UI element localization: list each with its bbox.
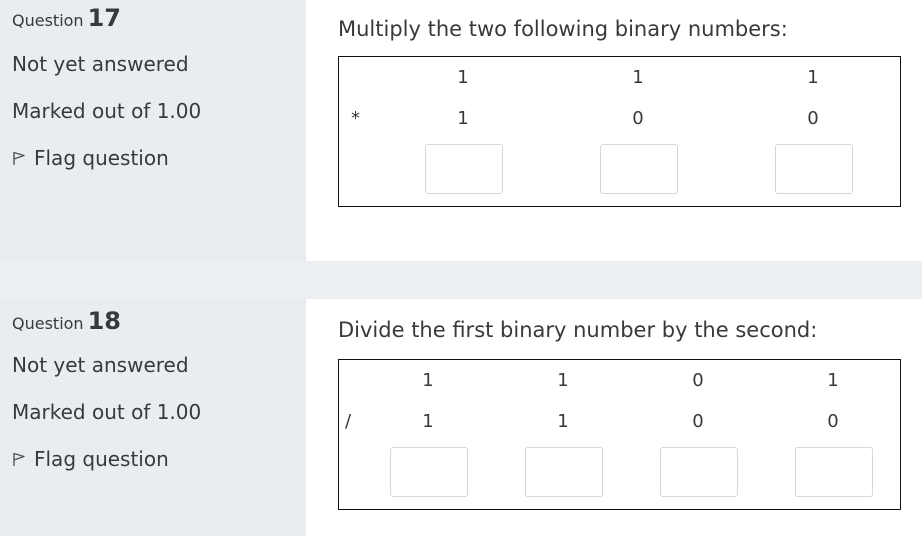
first-number-digit: 1 [457,67,469,88]
question-prompt: Multiply the two following binary number… [338,17,788,41]
answer-digit-input[interactable] [660,447,738,497]
second-number-digit: 0 [632,108,644,129]
binary-multiplication-table: 1 1 1 * 1 0 0 [338,56,901,207]
second-number-digit: 0 [827,411,839,432]
answer-digit-input[interactable] [795,447,873,497]
question-label: Question [12,314,84,333]
question-number-value: 18 [87,307,121,335]
question-grade: Marked out of 1.00 [12,99,202,123]
answer-digit-input[interactable] [525,447,603,497]
flag-icon [13,151,25,165]
question-number: Question 17 [12,4,121,32]
answer-digit-input[interactable] [775,144,853,194]
first-number-digit: 0 [692,370,704,391]
second-number-digit: 1 [557,411,569,432]
question-info-panel: Question 18 Not yet answered Marked out o… [0,299,306,536]
question-grade: Marked out of 1.00 [12,400,202,424]
question-content: Multiply the two following binary number… [306,0,922,261]
flag-question-label: Flag question [34,146,169,170]
question-label: Question [12,11,84,30]
question-separator [0,261,922,299]
second-number-digit: 0 [807,108,819,129]
flag-icon [13,452,25,466]
question-17: Question 17 Not yet answered Marked out o… [0,0,922,261]
first-number-digit: 1 [557,370,569,391]
question-info-panel: Question 17 Not yet answered Marked out o… [0,0,306,261]
answer-digit-input[interactable] [425,144,503,194]
question-number: Question 18 [12,307,121,335]
first-number-digit: 1 [807,67,819,88]
question-state: Not yet answered [12,353,189,377]
operator-symbol: / [345,411,352,432]
question-number-value: 17 [87,4,121,32]
answer-digit-input[interactable] [390,447,468,497]
second-number-digit: 0 [692,411,704,432]
flag-question-link[interactable]: Flag question [12,447,169,471]
first-number-digit: 1 [827,370,839,391]
question-state: Not yet answered [12,52,189,76]
first-number-digit: 1 [632,67,644,88]
answer-digit-input[interactable] [600,144,678,194]
question-content: Divide the first binary number by the se… [306,299,922,536]
second-number-digit: 1 [457,108,469,129]
binary-division-table: 1 1 0 1 / 1 1 0 0 [338,359,901,510]
flag-question-label: Flag question [34,447,169,471]
first-number-digit: 1 [422,370,434,391]
flag-question-link[interactable]: Flag question [12,146,169,170]
question-18: Question 18 Not yet answered Marked out o… [0,299,922,536]
operator-symbol: * [351,108,360,129]
question-prompt: Divide the first binary number by the se… [338,318,818,342]
second-number-digit: 1 [422,411,434,432]
